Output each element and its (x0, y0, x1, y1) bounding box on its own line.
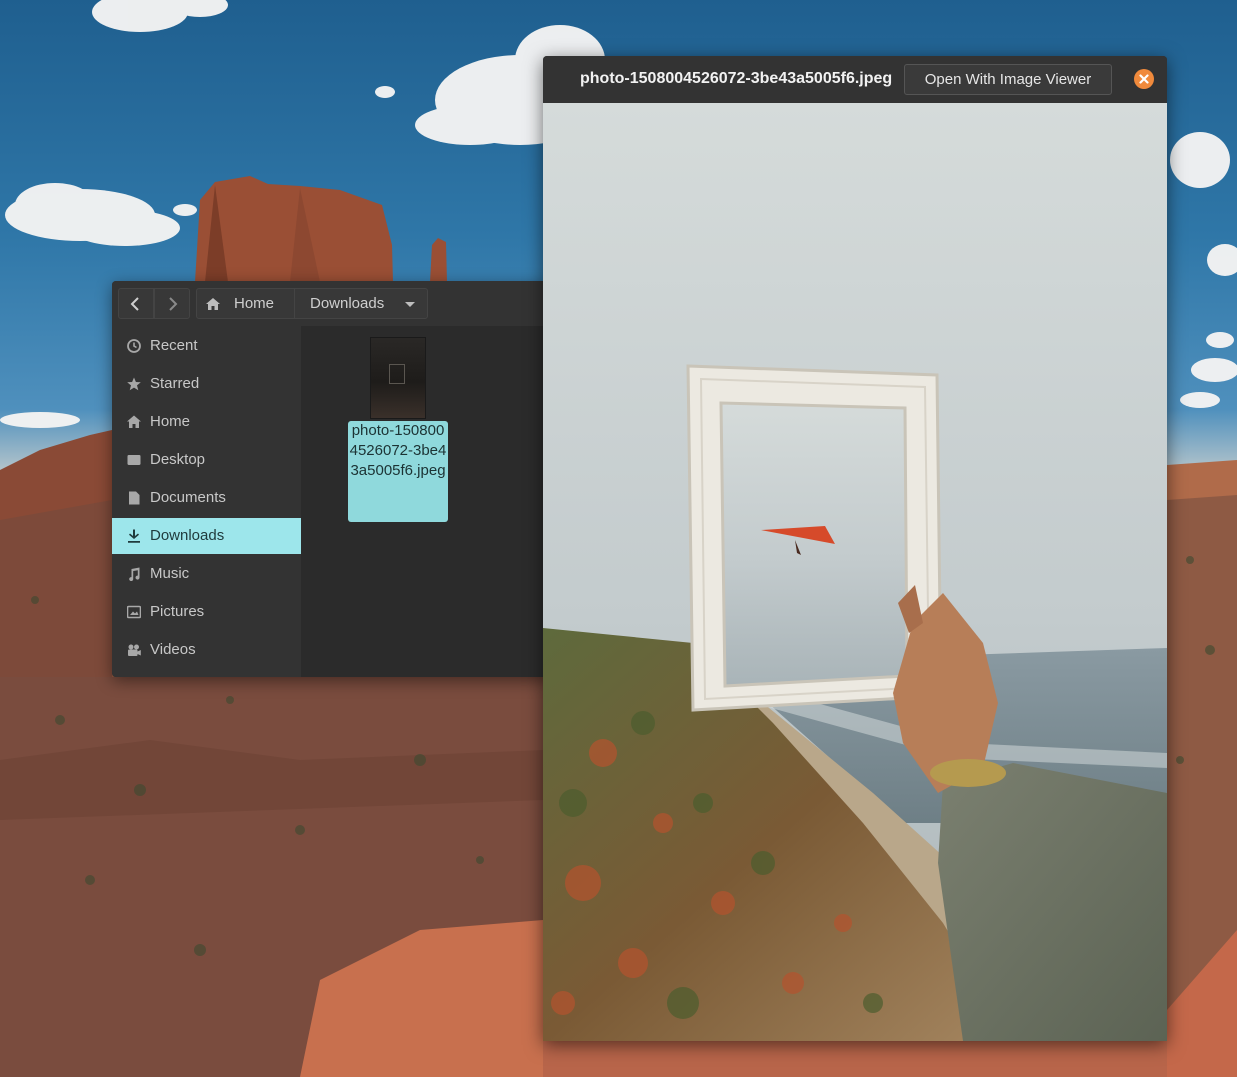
desktop-icon (127, 455, 141, 465)
video-icon (128, 644, 141, 656)
sidebar-item-recent[interactable]: Recent (112, 328, 301, 364)
sidebar-item-home[interactable]: Home (112, 404, 301, 440)
close-icon (1139, 74, 1149, 84)
star-icon (127, 377, 141, 391)
download-icon (128, 529, 140, 543)
sidebar: Recent Starred Home Desktop Documents Downloa… (112, 326, 301, 677)
picture-icon (127, 605, 141, 619)
home-icon (206, 298, 220, 310)
sidebar-item-videos[interactable]: Videos (112, 632, 301, 668)
sidebar-item-label: Downloads (150, 527, 225, 544)
clock-icon (127, 339, 141, 353)
preview-headerbar: photo-1508004526072-3be43a5005f6.jpeg Op… (543, 56, 1167, 103)
thumbnail-frame-preview (389, 364, 405, 384)
forward-button[interactable] (154, 288, 190, 319)
pathbar-home-label: Home (234, 295, 275, 312)
sidebar-item-label: Starred (150, 375, 200, 392)
sidebar-item-label: Home (150, 413, 191, 430)
open-with-image-viewer-button[interactable]: Open With Image Viewer (904, 64, 1112, 95)
preview-title: photo-1508004526072-3be43a5005f6.jpeg (580, 70, 893, 87)
image-preview-window: photo-1508004526072-3be43a5005f6.jpeg Op… (543, 56, 1167, 1041)
home-icon (127, 415, 141, 428)
sidebar-item-label: Documents (150, 489, 226, 506)
sidebar-item-documents[interactable]: Documents (112, 480, 301, 516)
sidebar-item-label: Music (150, 565, 190, 582)
preview-photo (543, 103, 1167, 1041)
sidebar-item-downloads[interactable]: Downloads (112, 518, 301, 554)
sidebar-item-pictures[interactable]: Pictures (112, 594, 301, 630)
preview-image (543, 103, 1167, 1041)
document-icon (129, 491, 140, 505)
file-manager-window: Home Downloads Recent Starred Home Desktop D… (112, 281, 552, 677)
sidebar-item-label: Pictures (150, 603, 205, 620)
pathbar-home[interactable]: Home (197, 289, 295, 318)
file-manager-headerbar: Home Downloads (112, 281, 552, 327)
chevron-right-icon (169, 296, 178, 311)
sidebar-item-label: Videos (150, 641, 196, 658)
file-name-label[interactable]: photo-1508004526072-3be43a5005f6.jpeg (348, 421, 448, 522)
chevron-down-icon[interactable] (405, 302, 415, 307)
sidebar-item-music[interactable]: Music (112, 556, 301, 592)
close-button[interactable] (1134, 69, 1154, 89)
sidebar-item-starred[interactable]: Starred (112, 366, 301, 402)
sidebar-item-label: Recent (150, 337, 198, 354)
back-button[interactable] (118, 288, 154, 319)
pathbar: Home Downloads (196, 288, 428, 319)
sidebar-item-label: Desktop (150, 451, 206, 468)
pathbar-downloads-label: Downloads (310, 295, 385, 312)
sidebar-item-desktop[interactable]: Desktop (112, 442, 301, 478)
pathbar-downloads[interactable]: Downloads (295, 289, 427, 318)
music-icon (129, 567, 140, 581)
chevron-left-icon (130, 296, 139, 311)
file-thumbnail[interactable] (370, 337, 426, 419)
file-view: photo-1508004526072-3be43a5005f6.jpeg (301, 326, 552, 677)
